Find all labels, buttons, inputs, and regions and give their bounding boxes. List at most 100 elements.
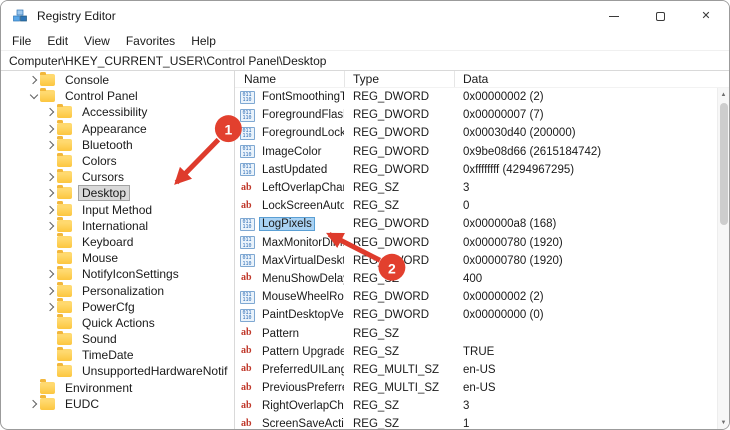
value-row-lockscreenautol[interactable]: LockScreenAutoL... REG_SZ 0 xyxy=(235,197,729,215)
tree-item-environment[interactable]: Environment xyxy=(1,379,234,396)
tree-item-cursors[interactable]: Cursors xyxy=(1,168,234,185)
chevron-right-icon[interactable] xyxy=(44,174,57,180)
value-row-fontsmoothingt[interactable]: FontSmoothingT... REG_DWORD 0x00000002 (2) xyxy=(235,88,729,106)
chevron-right-icon[interactable] xyxy=(44,126,57,132)
tree-item-notifyiconsettings[interactable]: NotifyIconSettings xyxy=(1,265,234,282)
folder-icon xyxy=(57,346,72,362)
menu-favorites[interactable]: Favorites xyxy=(118,33,183,49)
scroll-up-icon[interactable]: ▲ xyxy=(718,88,729,101)
tree-item-sound[interactable]: Sound xyxy=(1,330,234,347)
column-header-data[interactable]: Data xyxy=(455,71,729,87)
tree-item-appearance[interactable]: Appearance xyxy=(1,120,234,137)
chevron-right-icon[interactable] xyxy=(44,142,57,148)
tree-item-powercfg[interactable]: PowerCfg xyxy=(1,298,234,315)
tree-item-desktop[interactable]: Desktop xyxy=(1,184,234,202)
tree-item-timedate[interactable]: TimeDate xyxy=(1,346,234,363)
value-row-rightoverlapcha[interactable]: RightOverlapCha... REG_SZ 3 xyxy=(235,397,729,415)
value-row-previouspreferre[interactable]: PreviousPreferre... REG_MULTI_SZ en-US xyxy=(235,379,729,397)
value-data-cell: 400 xyxy=(463,272,483,285)
value-type-cell: REG_DWORD xyxy=(353,254,430,267)
tree-item-input-method[interactable]: Input Method xyxy=(1,201,234,218)
value-row-leftoverlapchars[interactable]: LeftOverlapChars REG_SZ 3 xyxy=(235,179,729,197)
chevron-right-icon[interactable] xyxy=(44,288,57,294)
value-data-cell: 3 xyxy=(463,182,470,195)
tree-item-unsupportedhardwarenotif[interactable]: UnsupportedHardwareNotif xyxy=(1,362,234,379)
tree-item-console[interactable]: Console xyxy=(1,71,234,88)
menu-view[interactable]: View xyxy=(76,33,118,49)
folder-icon xyxy=(57,152,72,168)
tree-item-bluetooth[interactable]: Bluetooth xyxy=(1,136,234,153)
value-row-maxvirtualdeskt[interactable]: MaxVirtualDeskt... REG_DWORD 0x00000780 (1… xyxy=(235,252,729,270)
close-icon: ✕ xyxy=(701,9,711,22)
column-header-type[interactable]: Type xyxy=(345,71,455,87)
value-name-cell: MaxVirtualDeskt... xyxy=(235,254,345,268)
tree-item-mouse[interactable]: Mouse xyxy=(1,249,234,266)
chevron-right-icon[interactable] xyxy=(44,109,57,115)
menu-help[interactable]: Help xyxy=(183,33,224,49)
value-row-menushowdelay[interactable]: MenuShowDelay REG_SZ 400 xyxy=(235,270,729,288)
folder-icon xyxy=(57,362,72,378)
value-name-cell: PreviousPreferre... xyxy=(235,381,345,395)
value-row-logpixels[interactable]: LogPixels REG_DWORD 0x000000a8 (168) xyxy=(235,215,729,233)
tree-item-personalization[interactable]: Personalization xyxy=(1,282,234,298)
tree-item-control-panel[interactable]: Control Panel xyxy=(1,87,234,104)
chevron-down-icon[interactable] xyxy=(27,94,40,98)
tree-item-eudc[interactable]: EUDC xyxy=(1,395,234,412)
value-name-label: MouseWheelRou... xyxy=(262,291,344,304)
chevron-right-icon[interactable] xyxy=(27,77,40,83)
chevron-right-icon[interactable] xyxy=(44,304,57,310)
tree-item-label: EUDC xyxy=(65,396,100,411)
chevron-right-icon[interactable] xyxy=(27,401,40,407)
tree-item-colors[interactable]: Colors xyxy=(1,152,234,169)
value-row-mousewheelrou[interactable]: MouseWheelRou... REG_DWORD 0x00000002 (2) xyxy=(235,288,729,306)
vertical-scrollbar[interactable]: ▲ ▼ xyxy=(717,88,729,429)
string-value-icon xyxy=(240,272,255,285)
minimize-button[interactable] xyxy=(591,1,637,31)
value-row-screensaveactive[interactable]: ScreenSaveActive REG_SZ 1 xyxy=(235,415,729,429)
value-name-cell: MenuShowDelay xyxy=(235,272,345,286)
chevron-right-icon[interactable] xyxy=(44,223,57,229)
value-row-imagecolor[interactable]: ImageColor REG_DWORD 0x9be08d66 (261518474… xyxy=(235,143,729,161)
value-row-foregroundflash[interactable]: ForegroundFlash... REG_DWORD 0x00000007 (7… xyxy=(235,106,729,124)
folder-icon xyxy=(57,168,72,184)
maximize-button[interactable] xyxy=(637,1,683,31)
folder-icon xyxy=(40,379,55,394)
value-row-pattern[interactable]: Pattern REG_SZ xyxy=(235,324,729,342)
value-type-cell: REG_DWORD xyxy=(353,109,430,122)
value-row-lastupdated[interactable]: LastUpdated REG_DWORD 0xffffffff (42949672… xyxy=(235,161,729,179)
tree-item-accessibility[interactable]: Accessibility xyxy=(1,103,234,120)
value-row-pattern-upgrade[interactable]: Pattern Upgrade REG_SZ TRUE xyxy=(235,343,729,361)
tree-item-label: International xyxy=(82,218,149,233)
menu-file[interactable]: File xyxy=(4,33,39,49)
column-header-name[interactable]: Name xyxy=(235,71,345,87)
tree-item-international[interactable]: International xyxy=(1,217,234,234)
menu-edit[interactable]: Edit xyxy=(39,33,76,49)
string-value-icon xyxy=(240,382,255,395)
tree-item-label: Environment xyxy=(65,380,133,395)
value-row-maxmonitordim[interactable]: MaxMonitorDim... REG_DWORD 0x00000780 (192… xyxy=(235,234,729,252)
folder-icon xyxy=(40,395,55,410)
value-data-cell: en-US xyxy=(463,382,496,395)
values-pane: Name Type Data FontSmoothingT... REG_DWOR… xyxy=(235,71,729,429)
value-row-preferreduilang[interactable]: PreferredUILang... REG_MULTI_SZ en-US xyxy=(235,361,729,379)
close-button[interactable]: ✕ xyxy=(683,1,729,31)
tree-item-label: NotifyIconSettings xyxy=(82,267,179,282)
folder-icon xyxy=(57,120,72,135)
chevron-right-icon[interactable] xyxy=(44,271,57,277)
scroll-down-icon[interactable]: ▼ xyxy=(718,416,729,429)
scrollbar-thumb[interactable] xyxy=(720,103,728,225)
value-row-foregroundlock[interactable]: ForegroundLock... REG_DWORD 0x00030d40 (20… xyxy=(235,124,729,142)
chevron-right-icon[interactable] xyxy=(44,190,57,196)
value-type-cell: REG_SZ xyxy=(353,327,400,340)
value-type-cell: REG_DWORD xyxy=(353,218,430,231)
value-row-paintdesktopver[interactable]: PaintDesktopVer... REG_DWORD 0x00000000 (0… xyxy=(235,306,729,324)
tree-item-quick-actions[interactable]: Quick Actions xyxy=(1,314,234,331)
address-bar[interactable]: Computer\HKEY_CURRENT_USER\Control Panel… xyxy=(1,50,729,71)
address-path: Computer\HKEY_CURRENT_USER\Control Panel… xyxy=(9,53,327,68)
value-name-label: LogPixels xyxy=(259,217,315,232)
registry-editor-window: Registry Editor ✕ File Edit View Favorites H… xyxy=(0,0,730,430)
chevron-right-icon[interactable] xyxy=(44,207,57,213)
title-bar: Registry Editor ✕ xyxy=(1,1,729,31)
dword-value-icon xyxy=(240,236,255,250)
tree-item-keyboard[interactable]: Keyboard xyxy=(1,233,234,250)
